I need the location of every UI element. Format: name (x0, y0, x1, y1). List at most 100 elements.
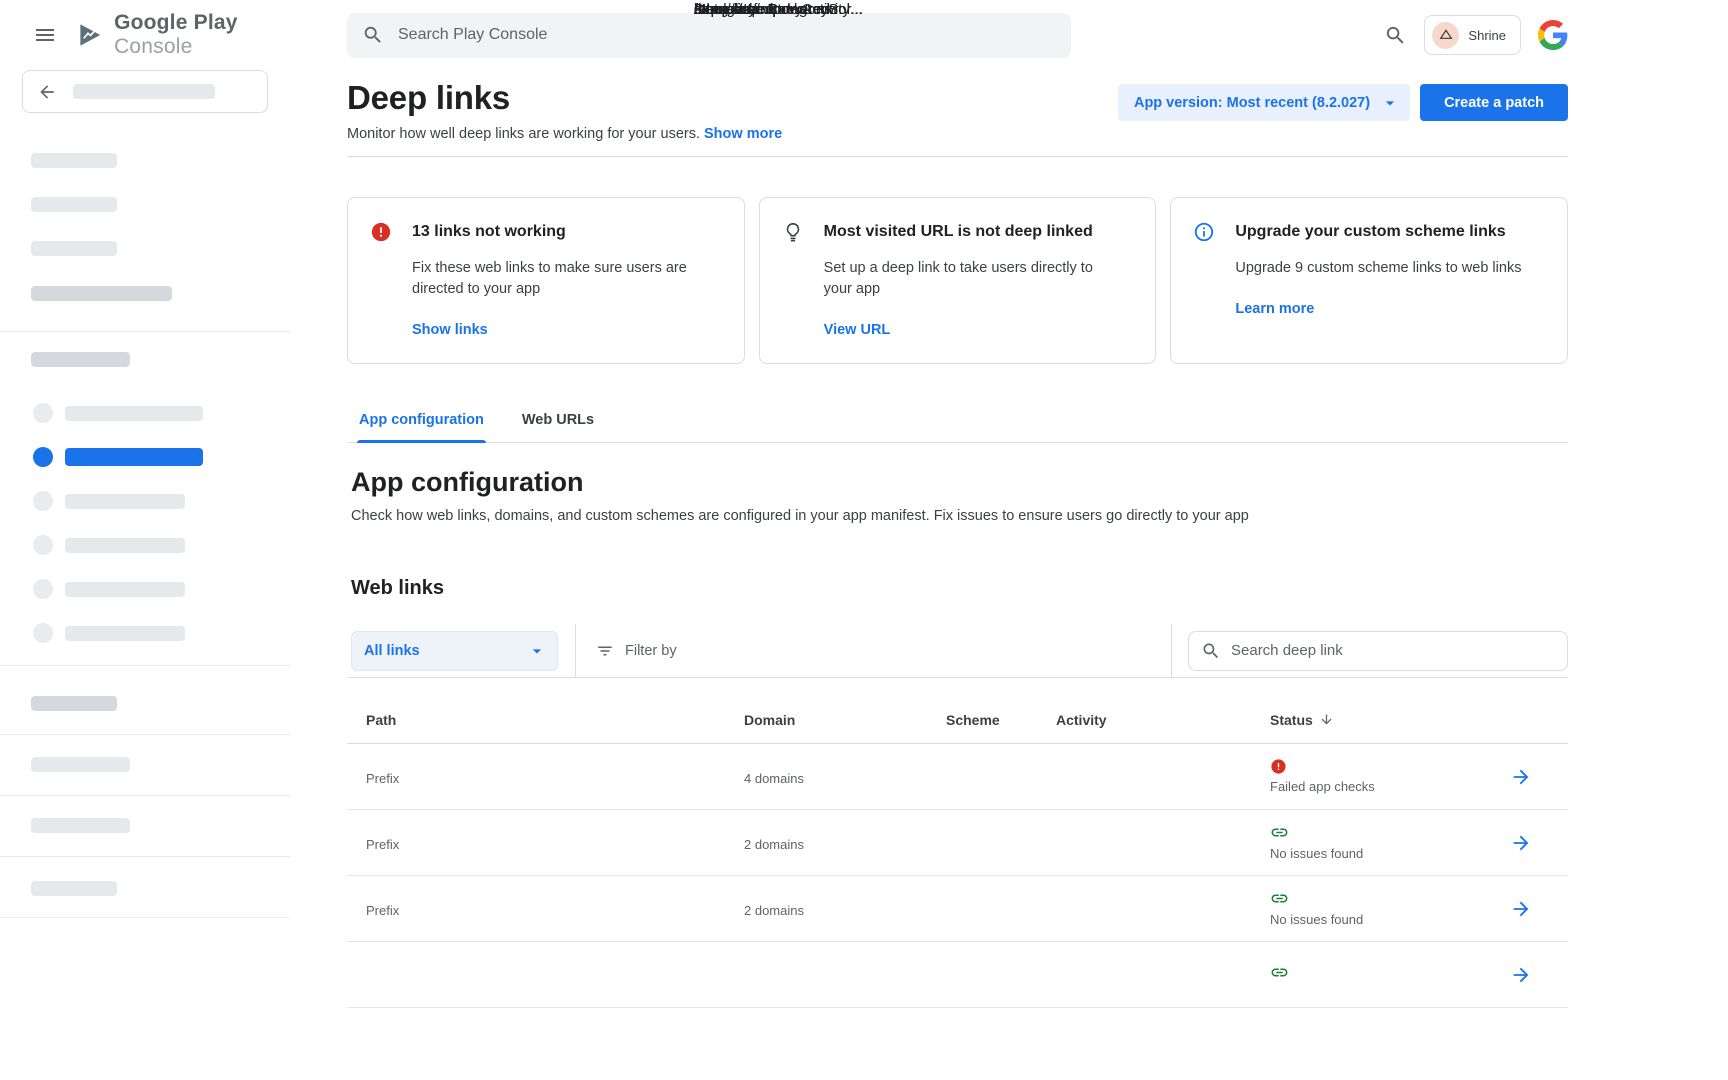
sidebar-nav-item-skeleton[interactable] (0, 535, 290, 555)
sidebar (0, 70, 290, 1080)
sidebar-nav-item-skeleton[interactable] (0, 491, 290, 511)
skeleton-bar (31, 197, 117, 212)
filter-by-button[interactable]: Filter by (596, 642, 677, 660)
row-open-button[interactable] (1510, 898, 1532, 920)
skeleton-bar (65, 448, 203, 466)
section-title: App configuration (347, 467, 1568, 498)
row-open-button[interactable] (1510, 766, 1532, 788)
skeleton-bar (31, 818, 130, 833)
nav-dot-icon (33, 579, 53, 599)
nav-dot-icon (33, 491, 53, 511)
skeleton-bar (31, 352, 130, 367)
topbar-left: Google Play Console (0, 0, 290, 70)
links-filter-dropdown[interactable]: All links (351, 631, 558, 671)
nav-dot-icon (33, 623, 53, 643)
sidebar-divider (0, 917, 290, 918)
link-icon (1270, 963, 1289, 982)
nav-dot-icon (33, 535, 53, 555)
sidebar-divider (0, 665, 290, 666)
column-header-scheme[interactable]: Scheme (946, 694, 1056, 728)
card-body: Upgrade 9 custom scheme links to web lin… (1235, 258, 1535, 279)
page-header: Deep links Monitor how well deep links a… (347, 76, 1568, 144)
tab-app-configuration[interactable]: App configuration (357, 400, 486, 442)
global-search[interactable] (347, 13, 1071, 58)
main-content: Shrine Deep links Monitor how well deep … (347, 0, 1568, 1008)
card-title: Upgrade your custom scheme links (1235, 223, 1505, 241)
search-icon (1201, 641, 1221, 661)
filter-by-label: Filter by (625, 643, 677, 659)
google-account-avatar[interactable] (1538, 20, 1568, 50)
notification-cards: 13 links not working Fix these web links… (347, 197, 1568, 364)
link-icon (1270, 889, 1289, 908)
domain-count: 2 domains (744, 837, 946, 853)
lightbulb-icon (781, 220, 805, 244)
brand-console: Console (114, 35, 192, 58)
card-links-not-working: 13 links not working Fix these web links… (347, 197, 745, 364)
skeleton-bar (31, 241, 117, 256)
status-value: Deep linked (694, 0, 1728, 19)
table-header-row: Path Domain Scheme Activity Status (347, 678, 1568, 744)
status-header-label: Status (1270, 712, 1313, 728)
skeleton-bar (65, 494, 185, 509)
search-icon (1384, 24, 1407, 47)
column-header-domain[interactable]: Domain (744, 694, 946, 728)
path-type: Prefix (366, 771, 744, 787)
arrow-right-icon (1510, 832, 1532, 854)
domain-count: 2 domains (744, 903, 946, 919)
web-links-title: Web links (347, 577, 1568, 600)
path-type: Prefix (366, 837, 744, 853)
hamburger-icon (33, 23, 57, 47)
path-type: Prefix (366, 903, 744, 919)
sidebar-nav-item-skeleton[interactable] (0, 623, 290, 643)
status-detail: No issues found (1270, 846, 1510, 862)
chevron-down-icon (1380, 93, 1400, 113)
app-version-label: App version: Most recent (8.2.027) (1134, 95, 1370, 111)
link-icon (1270, 823, 1289, 842)
status-detail: Failed app checks (1270, 779, 1510, 795)
account-name: Shrine (1468, 28, 1506, 43)
app-selector[interactable] (22, 70, 268, 113)
search-icon (362, 24, 384, 46)
search-button[interactable] (1384, 24, 1407, 47)
tab-bar: App configuration Web URLs (347, 400, 1568, 443)
back-arrow-icon (37, 82, 57, 102)
tab-web-urls[interactable]: Web URLs (520, 400, 596, 442)
play-console-logo[interactable]: Google Play Console (77, 11, 290, 59)
show-links-link[interactable]: Show links (412, 322, 488, 338)
error-icon (1270, 758, 1287, 775)
skeleton-bar (65, 406, 203, 421)
learn-more-link[interactable]: Learn more (1235, 301, 1314, 317)
column-header-status[interactable]: Status (1270, 694, 1510, 728)
table-row[interactable]: /story/ Prefix store.steampowered... 4 d… (347, 744, 1568, 810)
shrine-logo-icon (1432, 22, 1459, 49)
show-more-link[interactable]: Show more (704, 126, 782, 142)
skeleton-bar (31, 881, 117, 896)
create-patch-button[interactable]: Create a patch (1420, 84, 1568, 121)
row-open-button[interactable] (1510, 832, 1532, 854)
view-url-link[interactable]: View URL (824, 322, 891, 338)
table-toolbar: All links Filter by (347, 624, 1568, 678)
column-header-activity[interactable]: Activity (1056, 694, 1270, 728)
sidebar-nav-item-skeleton[interactable] (0, 403, 290, 423)
skeleton-bar (31, 757, 130, 772)
arrow-right-icon (1510, 766, 1532, 788)
deep-link-search[interactable] (1188, 631, 1568, 671)
arrow-right-icon (1510, 898, 1532, 920)
arrow-right-icon (1510, 964, 1532, 986)
menu-button[interactable] (33, 23, 57, 47)
row-open-button[interactable] (1510, 964, 1532, 986)
card-upgrade-scheme-links: Upgrade your custom scheme links Upgrade… (1170, 197, 1568, 364)
global-search-input[interactable] (398, 26, 1056, 44)
table-row[interactable]: /category/ Prefix store.steampowered... … (347, 810, 1568, 876)
table-row[interactable]: /books/ Prefix store.steampowered... 2 d… (347, 876, 1568, 942)
page-subtitle: Monitor how well deep links are working … (347, 126, 700, 142)
account-chip[interactable]: Shrine (1424, 15, 1521, 55)
skeleton-bar (31, 153, 117, 168)
deep-link-search-input[interactable] (1231, 642, 1555, 659)
app-version-dropdown[interactable]: App version: Most recent (8.2.027) (1118, 84, 1410, 121)
column-header-path[interactable]: Path (347, 694, 744, 728)
sidebar-nav-item-selected[interactable] (0, 447, 290, 467)
sidebar-nav-item-skeleton[interactable] (0, 579, 290, 599)
sort-descending-icon[interactable] (1319, 712, 1334, 727)
table-row[interactable]: /item/ store.steampowered... Deep linked (347, 942, 1568, 1008)
